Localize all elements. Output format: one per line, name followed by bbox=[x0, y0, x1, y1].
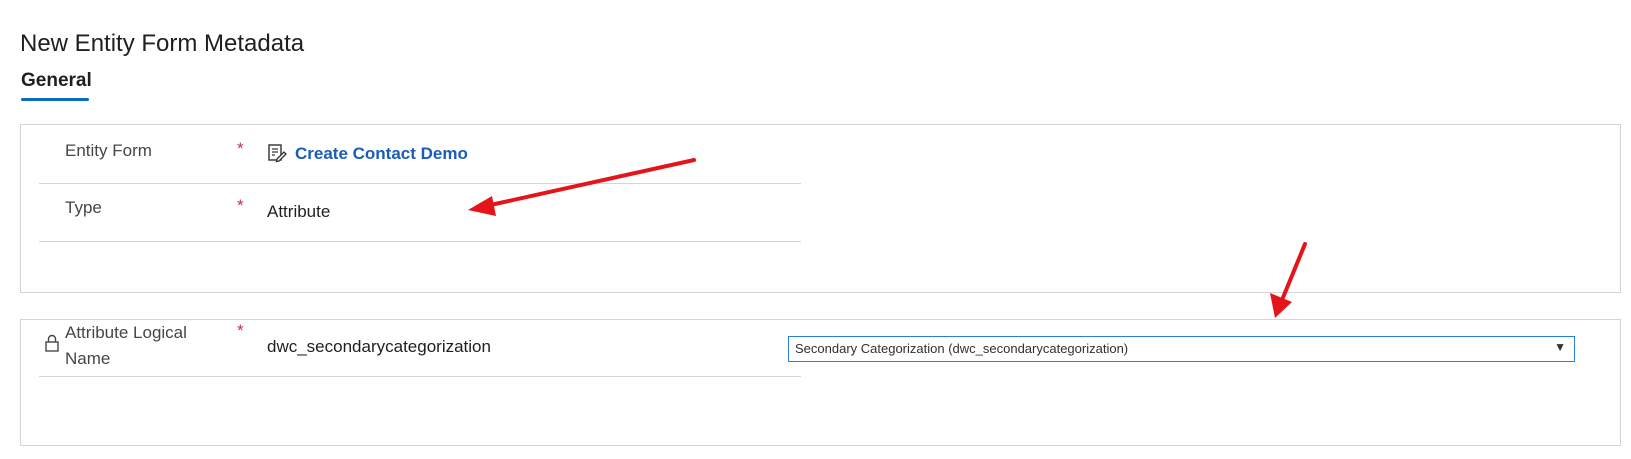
type-label: Type bbox=[65, 198, 102, 217]
entity-form-row: Entity Form * Create Contact Demo bbox=[39, 125, 801, 184]
dropdown-selected-value: Secondary Categorization (dwc_secondaryc… bbox=[795, 341, 1129, 356]
general-section: Entity Form * Create Contact Demo Type *… bbox=[20, 124, 1621, 293]
active-tab-indicator bbox=[21, 98, 89, 101]
label-line-2: Name bbox=[65, 349, 111, 368]
attribute-logical-name-label: Attribute Logical Name bbox=[65, 320, 187, 372]
chevron-down-icon[interactable]: ▼ bbox=[1554, 340, 1566, 354]
attribute-logical-name-value[interactable]: dwc_secondarycategorization bbox=[267, 337, 491, 357]
label-line-1: Attribute Logical bbox=[65, 323, 187, 342]
entity-lookup-icon bbox=[268, 144, 287, 163]
row-divider bbox=[39, 376, 801, 377]
lock-icon bbox=[45, 334, 59, 352]
type-value[interactable]: Attribute bbox=[267, 202, 330, 222]
type-row: Type * Attribute bbox=[39, 184, 801, 242]
required-indicator: * bbox=[237, 321, 244, 340]
attribute-select-dropdown[interactable]: Secondary Categorization (dwc_secondaryc… bbox=[788, 336, 1575, 362]
page-title: New Entity Form Metadata bbox=[20, 30, 305, 58]
required-indicator: * bbox=[237, 196, 244, 215]
tab-general[interactable]: General bbox=[21, 70, 92, 92]
entity-form-link[interactable]: Create Contact Demo bbox=[295, 144, 468, 164]
required-indicator: * bbox=[237, 139, 244, 158]
row-divider bbox=[39, 241, 801, 242]
entity-form-label: Entity Form bbox=[65, 141, 152, 160]
attribute-logical-name-row: Attribute Logical Name * dwc_secondaryca… bbox=[39, 320, 801, 377]
